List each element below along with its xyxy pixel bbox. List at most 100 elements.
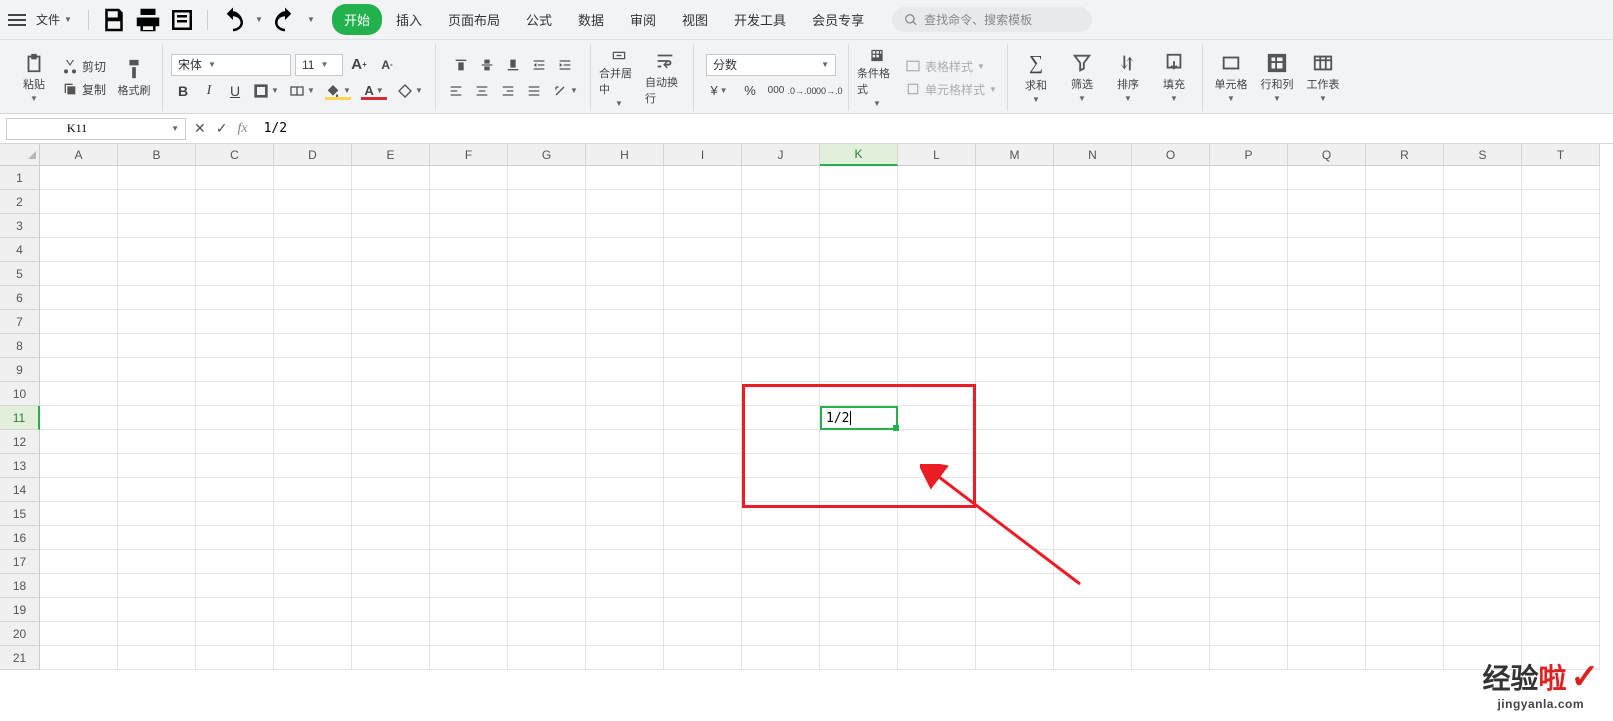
cell[interactable] xyxy=(1210,550,1288,574)
cell[interactable] xyxy=(196,358,274,382)
cell[interactable] xyxy=(430,454,508,478)
row-header[interactable]: 20 xyxy=(0,622,40,646)
cell[interactable] xyxy=(898,382,976,406)
cell[interactable] xyxy=(976,190,1054,214)
column-header[interactable]: C xyxy=(196,144,274,166)
cell[interactable] xyxy=(40,502,118,526)
cell[interactable] xyxy=(352,214,430,238)
cell[interactable] xyxy=(898,430,976,454)
row-header[interactable]: 14 xyxy=(0,478,40,502)
cell[interactable] xyxy=(196,382,274,406)
cell[interactable] xyxy=(1522,190,1600,214)
confirm-edit-button[interactable]: ✓ xyxy=(216,120,228,137)
cell[interactable] xyxy=(586,166,664,190)
column-header[interactable]: P xyxy=(1210,144,1288,166)
cell[interactable] xyxy=(118,382,196,406)
cell[interactable] xyxy=(118,598,196,622)
cell[interactable] xyxy=(1132,262,1210,286)
column-header[interactable]: G xyxy=(508,144,586,166)
cell[interactable] xyxy=(898,526,976,550)
cell[interactable] xyxy=(976,478,1054,502)
sheet-button[interactable]: 工作表▼ xyxy=(1303,48,1343,108)
cell[interactable] xyxy=(664,598,742,622)
row-header[interactable]: 13 xyxy=(0,454,40,478)
cell[interactable] xyxy=(196,190,274,214)
cell[interactable] xyxy=(1444,334,1522,358)
row-header[interactable]: 7 xyxy=(0,310,40,334)
cell[interactable] xyxy=(118,574,196,598)
cell[interactable] xyxy=(1366,646,1444,670)
cell[interactable] xyxy=(1132,550,1210,574)
cell[interactable] xyxy=(1054,238,1132,262)
cell[interactable] xyxy=(1444,190,1522,214)
cell[interactable] xyxy=(196,238,274,262)
cell[interactable] xyxy=(742,406,820,430)
align-right-button[interactable] xyxy=(496,80,520,102)
cell[interactable] xyxy=(1444,502,1522,526)
cell[interactable] xyxy=(1210,190,1288,214)
cell[interactable] xyxy=(196,502,274,526)
cell[interactable] xyxy=(664,454,742,478)
cell[interactable] xyxy=(430,526,508,550)
cell[interactable] xyxy=(40,430,118,454)
cell[interactable] xyxy=(976,214,1054,238)
cell[interactable] xyxy=(430,502,508,526)
undo-dropdown[interactable]: ▼ xyxy=(252,15,266,24)
cell[interactable] xyxy=(1522,622,1600,646)
search-box[interactable]: 查找命令、搜索模板 xyxy=(892,7,1092,32)
cell[interactable] xyxy=(430,550,508,574)
cell[interactable] xyxy=(976,358,1054,382)
cell[interactable] xyxy=(1054,598,1132,622)
cell[interactable] xyxy=(586,406,664,430)
tab-insert[interactable]: 插入 xyxy=(384,4,434,35)
cell[interactable] xyxy=(508,334,586,358)
cell[interactable] xyxy=(1522,478,1600,502)
cell[interactable] xyxy=(1522,166,1600,190)
cell[interactable] xyxy=(1210,166,1288,190)
cell[interactable] xyxy=(976,310,1054,334)
cell[interactable] xyxy=(742,166,820,190)
formula-input[interactable] xyxy=(256,118,1607,140)
cell[interactable] xyxy=(118,262,196,286)
column-header[interactable]: E xyxy=(352,144,430,166)
cell[interactable] xyxy=(352,550,430,574)
file-menu[interactable]: 文件 ▼ xyxy=(30,7,78,32)
cell[interactable] xyxy=(1132,382,1210,406)
cell[interactable] xyxy=(40,286,118,310)
cell[interactable] xyxy=(1444,406,1522,430)
cell[interactable] xyxy=(1444,430,1522,454)
cell[interactable] xyxy=(196,598,274,622)
cell[interactable] xyxy=(118,190,196,214)
cell[interactable] xyxy=(1054,334,1132,358)
cell[interactable] xyxy=(352,430,430,454)
cell[interactable] xyxy=(352,190,430,214)
cell[interactable] xyxy=(664,334,742,358)
cell[interactable] xyxy=(508,190,586,214)
cell[interactable] xyxy=(1210,238,1288,262)
cell[interactable] xyxy=(820,526,898,550)
cell[interactable] xyxy=(976,526,1054,550)
cell[interactable] xyxy=(664,430,742,454)
cell[interactable] xyxy=(1132,622,1210,646)
cell[interactable] xyxy=(742,550,820,574)
cell[interactable] xyxy=(898,286,976,310)
cell[interactable] xyxy=(1132,598,1210,622)
tab-vip[interactable]: 会员专享 xyxy=(800,4,876,35)
row-header[interactable]: 5 xyxy=(0,262,40,286)
cancel-edit-button[interactable]: ✕ xyxy=(194,120,206,137)
paste-button[interactable]: 粘贴▼ xyxy=(14,48,54,108)
print-button[interactable] xyxy=(133,5,163,35)
cell[interactable] xyxy=(1210,574,1288,598)
cell[interactable] xyxy=(274,646,352,670)
cell[interactable] xyxy=(40,454,118,478)
fill-color-button[interactable]: ▼ xyxy=(321,80,355,102)
redo-dropdown[interactable]: ▼ xyxy=(304,15,318,24)
cell[interactable] xyxy=(508,262,586,286)
cell[interactable] xyxy=(1288,358,1366,382)
cell[interactable] xyxy=(1210,430,1288,454)
currency-button[interactable]: ¥▼ xyxy=(702,80,736,102)
column-header[interactable]: M xyxy=(976,144,1054,166)
cell[interactable] xyxy=(40,622,118,646)
cell[interactable] xyxy=(1522,382,1600,406)
cell[interactable] xyxy=(40,166,118,190)
